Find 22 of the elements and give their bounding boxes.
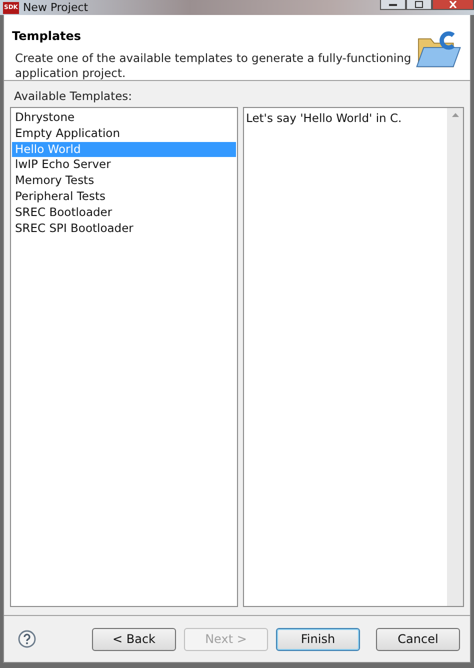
dialog-button[interactable]: Cancel (376, 628, 460, 650)
maximize-icon (415, 1, 423, 8)
page-description: Create one of the available templates to generate a fully-functioning application project. (14, 51, 412, 81)
page-title: Templates (12, 29, 82, 43)
minimize-icon (389, 3, 397, 6)
close-icon (449, 1, 457, 8)
template-item[interactable]: SREC SPI Bootloader (12, 220, 236, 236)
dialog-button[interactable]: Finish (276, 628, 360, 650)
template-item[interactable]: Empty Application (12, 126, 236, 142)
template-item[interactable]: Memory Tests (12, 173, 236, 189)
template-description: Let's say 'Hello World' in C. (245, 110, 403, 127)
window-title: New Project (22, 1, 88, 14)
close-button[interactable] (432, 0, 474, 10)
minimize-button[interactable] (380, 0, 406, 10)
template-item[interactable]: Dhrystone (12, 110, 236, 126)
template-item[interactable]: Peripheral Tests (12, 188, 236, 205)
maximize-button[interactable] (406, 0, 432, 10)
dialog-button[interactable]: < Back (92, 628, 176, 650)
template-item[interactable]: lwIP Echo Server (12, 157, 236, 174)
templates-label: Available Templates: (13, 89, 134, 103)
help-icon[interactable] (18, 630, 36, 648)
template-item[interactable]: SREC Bootloader (12, 204, 236, 221)
